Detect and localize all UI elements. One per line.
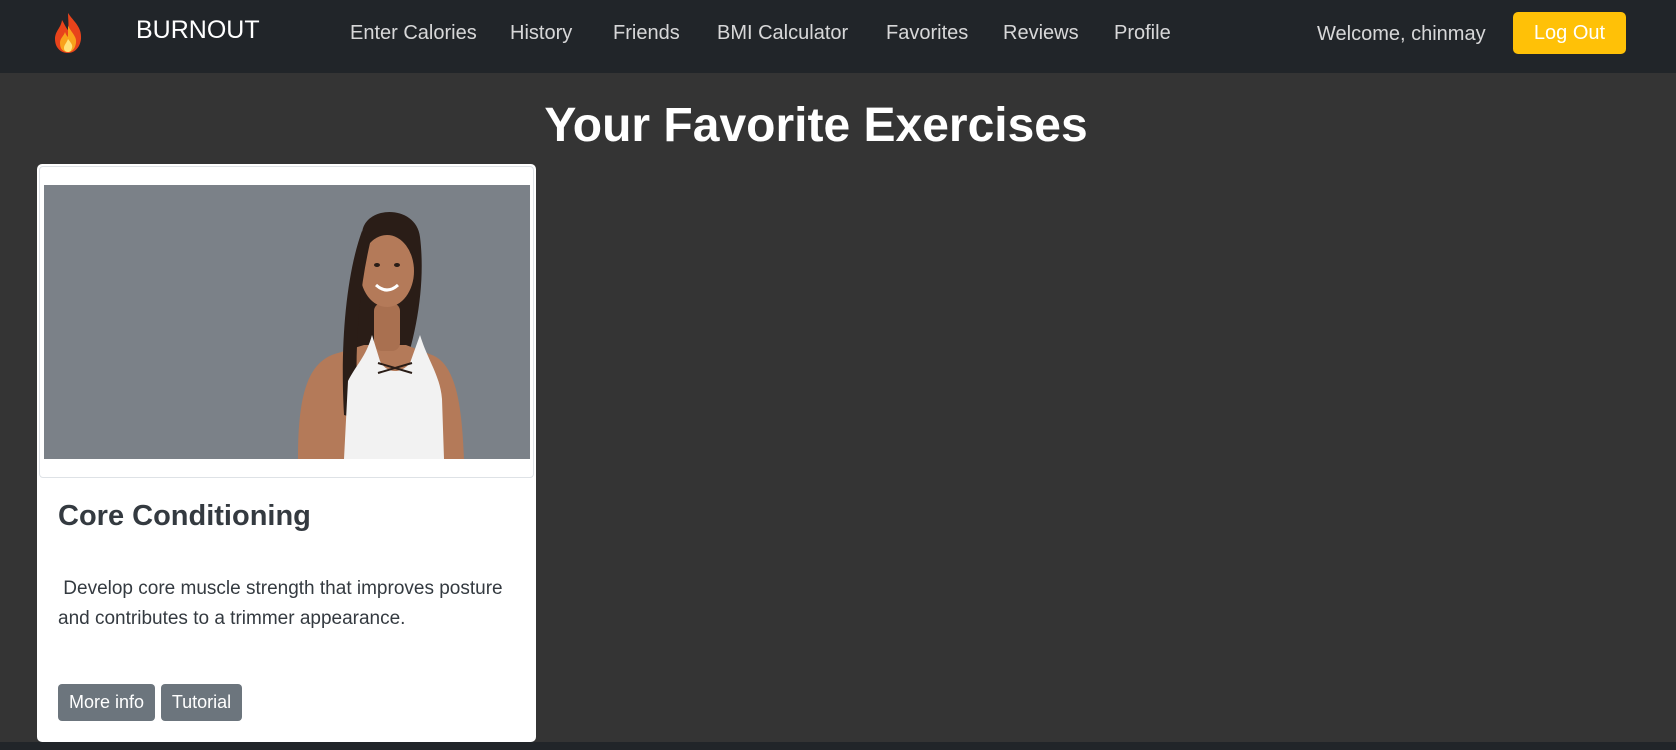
nav-link-reviews[interactable]: Reviews (1003, 20, 1079, 46)
card-description: Develop core muscle strength that improv… (58, 578, 508, 629)
exercise-card: Core Conditioning Develop core muscle st… (37, 164, 536, 742)
nav-link-bmi-calculator[interactable]: BMI Calculator (717, 20, 848, 46)
card-title: Core Conditioning (58, 500, 311, 532)
brand-name[interactable]: BURNOUT (136, 14, 260, 46)
page-bottom-edge (0, 742, 1676, 750)
nav-link-favorites[interactable]: Favorites (886, 20, 968, 46)
nav-link-friends[interactable]: Friends (613, 20, 680, 46)
more-info-button[interactable]: More info (58, 684, 155, 721)
navbar: BURNOUT Enter Calories History Friends B… (0, 0, 1676, 73)
logout-button[interactable]: Log Out (1513, 12, 1626, 54)
nav-link-enter-calories[interactable]: Enter Calories (350, 20, 477, 46)
page-title: Your Favorite Exercises (544, 99, 1088, 152)
welcome-text: Welcome, chinmay (1317, 23, 1486, 45)
nav-link-profile[interactable]: Profile (1114, 20, 1171, 46)
tutorial-button[interactable]: Tutorial (161, 684, 242, 721)
image-frame (39, 166, 534, 478)
nav-link-history[interactable]: History (510, 20, 572, 46)
flame-icon[interactable] (52, 12, 84, 54)
exercise-photo (44, 185, 530, 459)
